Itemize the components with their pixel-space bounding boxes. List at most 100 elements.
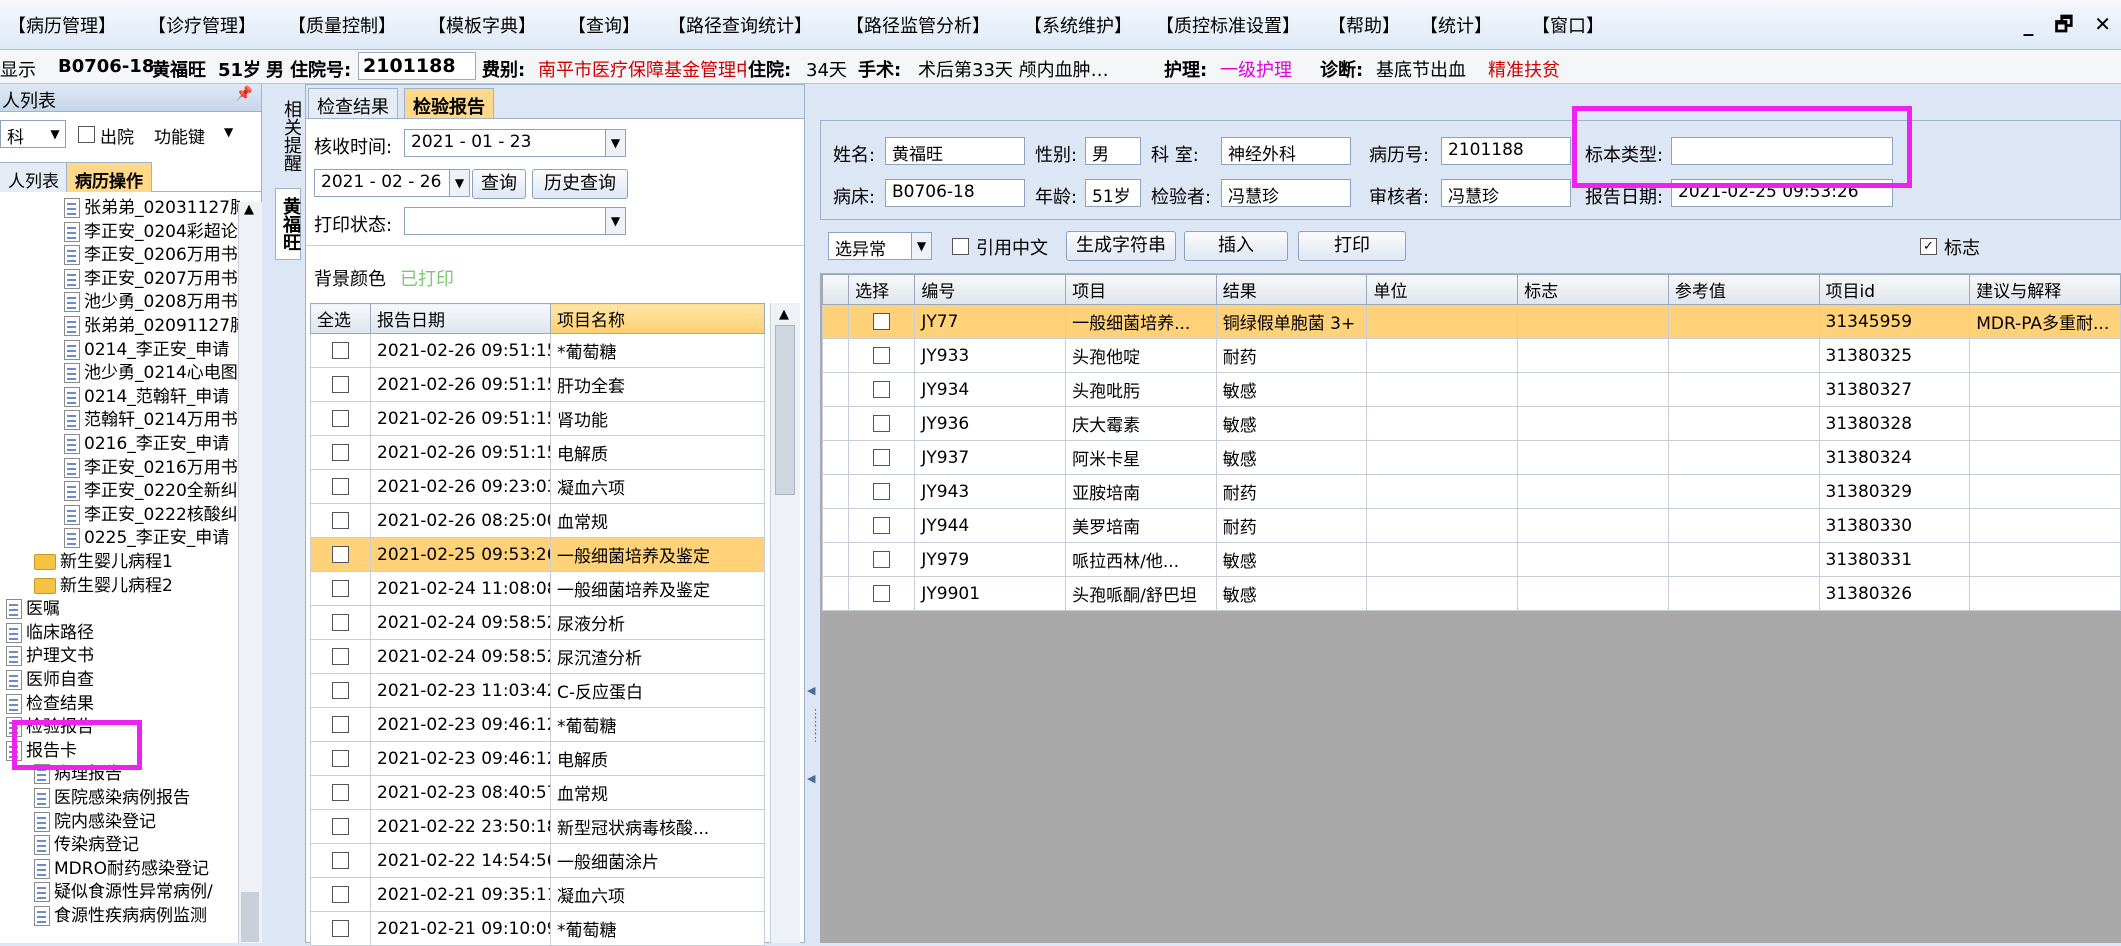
tab-lab-reports[interactable]: 检验报告 bbox=[404, 88, 494, 118]
row-checkbox-cell[interactable] bbox=[310, 571, 371, 606]
col-report-date[interactable]: 报告日期 bbox=[370, 303, 551, 334]
tree-item[interactable]: 0214_范翰轩_申请 bbox=[64, 385, 229, 409]
menu-qc-settings[interactable]: 【质控标准设置】 bbox=[1156, 12, 1300, 38]
table-row[interactable]: 2021-02-23 09:46:12 *葡萄糖 bbox=[310, 707, 765, 742]
form-tester-field[interactable]: 冯慧珍 bbox=[1221, 179, 1351, 207]
print-status-select[interactable]: ▼ bbox=[404, 207, 626, 235]
row-checkbox[interactable] bbox=[332, 648, 349, 665]
pin-icon[interactable]: 📌 bbox=[236, 86, 253, 102]
row-checkbox-cell[interactable] bbox=[310, 401, 371, 436]
row-checkbox[interactable] bbox=[873, 483, 891, 500]
table-row[interactable]: 2021-02-25 09:53:26 一般细菌培养及鉴定 bbox=[310, 537, 765, 572]
row-checkbox-cell[interactable] bbox=[310, 435, 371, 470]
table-row[interactable]: 2021-02-21 09:35:11 凝血六项 bbox=[310, 877, 765, 912]
row-checkbox[interactable] bbox=[332, 750, 349, 767]
scrollbar-thumb[interactable] bbox=[775, 325, 795, 495]
row-checkbox[interactable] bbox=[332, 818, 349, 835]
table-row[interactable]: 2021-02-26 09:51:15 *葡萄糖 bbox=[310, 333, 765, 368]
row-checkbox-cell[interactable] bbox=[310, 639, 371, 674]
form-name-field[interactable]: 黄福旺 bbox=[885, 137, 1025, 165]
tree-item[interactable]: 李正安_0220全新纠 bbox=[64, 479, 238, 503]
table-row[interactable]: 2021-02-21 09:10:09 *葡萄糖 bbox=[310, 911, 765, 946]
tree-item[interactable]: 0216_李正安_申请 bbox=[64, 432, 229, 456]
tree-node[interactable]: 医师自查 bbox=[6, 668, 94, 692]
menu-system[interactable]: 【系统维护】 bbox=[1024, 12, 1132, 38]
tree-item[interactable]: 池少勇_0214心电图 bbox=[64, 361, 238, 385]
tree-item[interactable]: 张弟弟_02031127肺 bbox=[64, 196, 240, 220]
row-checkbox[interactable] bbox=[332, 784, 349, 801]
row-checkbox-cell[interactable] bbox=[310, 741, 371, 776]
form-record-field[interactable]: 2101188 bbox=[1441, 137, 1571, 165]
table-row[interactable]: 2021-02-24 11:08:08 一般细菌培养及鉴定 bbox=[310, 571, 765, 606]
col-item-name[interactable]: 项目名称 bbox=[550, 303, 765, 334]
row-checkbox[interactable] bbox=[332, 342, 349, 359]
tree-folder[interactable]: 新生婴儿病程1 bbox=[34, 550, 173, 574]
chevron-down-icon[interactable]: ▼ bbox=[605, 130, 625, 156]
tab-record-ops[interactable]: 病历操作 bbox=[66, 162, 152, 192]
row-checkbox-cell[interactable] bbox=[310, 911, 371, 946]
tree-item[interactable]: 张弟弟_02091127肺 bbox=[64, 314, 240, 338]
tree-node[interactable]: 护理文书 bbox=[6, 644, 94, 668]
insert-button[interactable]: 插入 bbox=[1184, 231, 1288, 261]
menu-stats[interactable]: 【统计】 bbox=[1420, 12, 1492, 38]
chevron-left-icon[interactable]: ◀ bbox=[807, 684, 815, 697]
row-checkbox-cell[interactable] bbox=[310, 537, 371, 572]
tree-item[interactable]: 李正安_0222核酸纠 bbox=[64, 503, 238, 527]
table-row[interactable]: 2021-02-23 11:03:42 C-反应蛋白 bbox=[310, 673, 765, 708]
select-cell[interactable] bbox=[848, 304, 916, 339]
tree-node[interactable]: 院内感染登记 bbox=[34, 810, 156, 834]
tree-item[interactable]: 李正安_0204彩超论 bbox=[64, 220, 238, 244]
table-row[interactable]: 2021-02-23 08:40:57 血常规 bbox=[310, 775, 765, 810]
form-sex-field[interactable]: 男 bbox=[1085, 137, 1141, 165]
row-checkbox[interactable] bbox=[332, 920, 349, 937]
table-row[interactable]: 2021-02-26 08:25:00 血常规 bbox=[310, 503, 765, 538]
discharge-checkbox[interactable] bbox=[78, 126, 95, 143]
tree-node[interactable]: 医嘱 bbox=[6, 597, 60, 621]
chevron-left-icon[interactable]: ◀ bbox=[807, 772, 815, 785]
table-row[interactable]: 2021-02-26 09:51:15 电解质 bbox=[310, 435, 765, 470]
row-checkbox-cell[interactable] bbox=[310, 503, 371, 538]
chevron-down-icon[interactable]: ▼ bbox=[605, 208, 625, 234]
col-item[interactable]: 项目 bbox=[1065, 274, 1217, 305]
tree-item[interactable]: 0214_李正安_申请 bbox=[64, 338, 229, 362]
tree-item[interactable]: 范翰轩_0214万用书 bbox=[64, 408, 238, 432]
row-checkbox-cell[interactable] bbox=[310, 809, 371, 844]
col-select-all[interactable]: 全选 bbox=[310, 303, 371, 334]
row-checkbox-cell[interactable] bbox=[310, 843, 371, 878]
row-checkbox[interactable] bbox=[873, 517, 891, 534]
table-row[interactable]: JY934 头孢吡肟 敏感 31380327 bbox=[821, 372, 2121, 407]
table-row[interactable]: 2021-02-24 09:58:52 尿液分析 bbox=[310, 605, 765, 640]
generate-string-button[interactable]: 生成字符串 bbox=[1066, 231, 1176, 261]
menu-path-analysis[interactable]: 【路径监管分析】 bbox=[846, 12, 990, 38]
form-age-field[interactable]: 51岁 bbox=[1085, 179, 1141, 207]
table-row[interactable]: JY9901 头孢哌酮/舒巴坦 敏感 31380326 bbox=[821, 576, 2121, 611]
select-cell[interactable] bbox=[848, 338, 916, 373]
table-row[interactable]: JY937 阿米卡星 敏感 31380324 bbox=[821, 440, 2121, 475]
scrollbar-thumb[interactable] bbox=[241, 892, 259, 942]
row-checkbox[interactable] bbox=[873, 585, 891, 602]
row-checkbox-cell[interactable] bbox=[310, 469, 371, 504]
table-row[interactable]: 2021-02-23 09:46:12 电解质 bbox=[310, 741, 765, 776]
tree-node[interactable]: 疑似食源性异常病例/ bbox=[34, 880, 213, 904]
row-checkbox[interactable] bbox=[332, 852, 349, 869]
table-row[interactable]: 2021-02-22 23:50:18 新型冠状病毒核酸... bbox=[310, 809, 765, 844]
row-checkbox[interactable] bbox=[873, 449, 891, 466]
row-checkbox-cell[interactable] bbox=[310, 333, 371, 368]
tree-item[interactable]: 李正安_0206万用书 bbox=[64, 243, 238, 267]
menu-templates[interactable]: 【模板字典】 bbox=[428, 12, 536, 38]
menu-quality[interactable]: 【质量控制】 bbox=[288, 12, 396, 38]
table-row[interactable]: JY936 庆大霉素 敏感 31380328 bbox=[821, 406, 2121, 441]
col-advice[interactable]: 建议与解释 bbox=[1969, 274, 2121, 305]
row-checkbox-cell[interactable] bbox=[310, 673, 371, 708]
function-key-button[interactable]: 功能键 bbox=[154, 123, 205, 148]
select-cell[interactable] bbox=[848, 440, 916, 475]
table-row[interactable]: 2021-02-22 14:54:56 一般细菌涂片 bbox=[310, 843, 765, 878]
panel-splitter[interactable]: ◀ ⋮ ⋮ ⋮ ⋮ ◀ bbox=[805, 84, 821, 943]
row-checkbox[interactable] bbox=[332, 716, 349, 733]
row-checkbox[interactable] bbox=[332, 410, 349, 427]
row-checkbox-cell[interactable] bbox=[310, 367, 371, 402]
tree-item[interactable]: 0225_李正安_申请 bbox=[64, 526, 229, 550]
col-flag[interactable]: 标志 bbox=[1517, 274, 1669, 305]
col-item-id[interactable]: 项目id bbox=[1818, 274, 1971, 305]
minimize-icon[interactable]: _ bbox=[2024, 12, 2034, 36]
